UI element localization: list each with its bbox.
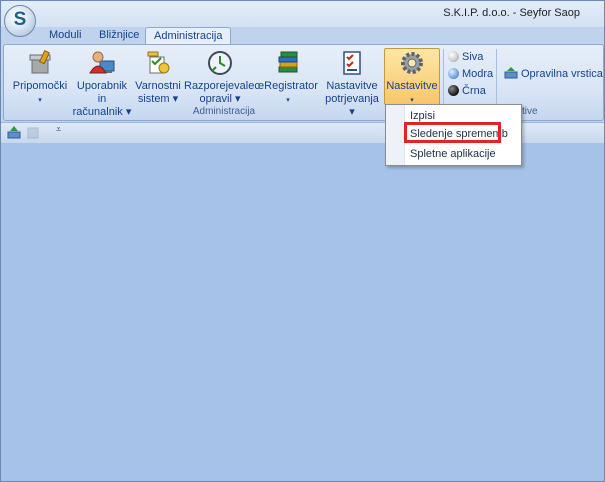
disabled-tool-icon xyxy=(27,127,39,139)
app-menu-button[interactable]: S xyxy=(4,5,36,37)
user-computer-button[interactable]: Uporabnik in računalnik ▾ xyxy=(72,49,132,119)
taskbar-toggle-icon[interactable] xyxy=(7,126,21,139)
tools-button[interactable]: Pripomočki ▾ xyxy=(8,49,72,107)
customize-toolbar-icon[interactable]: ⩡ xyxy=(56,124,61,135)
tab-moduli[interactable]: Moduli xyxy=(41,27,89,44)
blue-circle-icon xyxy=(448,68,459,79)
security-icon xyxy=(147,51,170,74)
title-bar: S.K.I.P. d.o.o. - Seyfor Saop xyxy=(1,1,604,27)
workspace xyxy=(1,143,604,481)
menu-icon-strip xyxy=(386,105,405,165)
highlight-annotation xyxy=(404,122,501,143)
group-label-administracija: Administracija xyxy=(192,106,256,117)
checklist-icon xyxy=(343,51,361,75)
task-scheduler-button[interactable]: Razporejevalec opravil ▾ xyxy=(184,49,260,106)
black-circle-icon xyxy=(448,85,459,96)
grey-circle-icon xyxy=(448,51,459,62)
clock-icon xyxy=(208,51,232,75)
books-icon xyxy=(278,51,298,73)
task-bar-button[interactable]: Opravilna vrstica xyxy=(504,67,603,82)
theme-crna-button[interactable]: Črna xyxy=(448,84,486,99)
app-window: S.K.I.P. d.o.o. - Seyfor Saop S Moduli B… xyxy=(0,0,605,482)
taskbar-icon xyxy=(504,67,518,79)
gear-icon xyxy=(401,52,423,74)
menu-item-spletne-aplikacije[interactable]: Spletne aplikacije xyxy=(410,145,496,163)
tab-bliznjice[interactable]: Bližnjice xyxy=(91,27,147,44)
theme-siva-button[interactable]: Siva xyxy=(448,50,483,65)
security-system-button[interactable]: Varnostni sistem ▾ xyxy=(134,49,182,106)
window-title: S.K.I.P. d.o.o. - Seyfor Saop xyxy=(443,7,580,19)
toolbox-icon xyxy=(29,50,51,74)
eregistrator-button[interactable]: eRegistrator ▾ xyxy=(258,49,318,107)
theme-modra-button[interactable]: Modra xyxy=(448,67,493,82)
user-computer-icon xyxy=(89,51,115,74)
group-label-settings-partial: tive xyxy=(522,106,538,117)
settings-button[interactable]: Nastavitve ▾ xyxy=(384,48,440,105)
app-logo-icon: S xyxy=(13,9,27,30)
approval-settings-button[interactable]: Nastavitve potrjevanja ▾ xyxy=(322,49,382,119)
